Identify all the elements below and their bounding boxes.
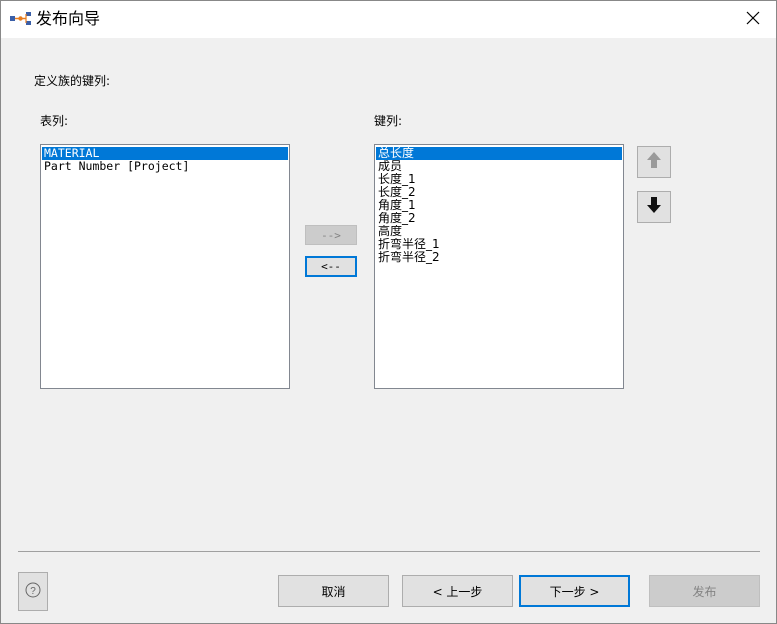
table-columns-label: 表列: bbox=[40, 114, 69, 128]
close-icon bbox=[746, 10, 760, 29]
list-item[interactable]: MATERIAL bbox=[42, 147, 288, 160]
list-item[interactable]: 折弯半径_2 bbox=[376, 251, 622, 264]
wizard-icon bbox=[10, 11, 32, 27]
next-button[interactable]: 下一步 > bbox=[519, 575, 630, 607]
svg-text:?: ? bbox=[30, 586, 36, 597]
table-columns-list[interactable]: MATERIAL Part Number [Project] bbox=[40, 144, 290, 389]
list-item[interactable]: 长度_2 bbox=[376, 186, 622, 199]
list-item[interactable]: 总长度 bbox=[376, 147, 622, 160]
list-item[interactable]: 角度_1 bbox=[376, 199, 622, 212]
publish-button[interactable]: 发布 bbox=[649, 575, 760, 607]
move-up-button[interactable] bbox=[637, 146, 671, 178]
arrow-up-icon bbox=[646, 151, 662, 173]
move-down-button[interactable] bbox=[637, 191, 671, 223]
window-title: 发布向导 bbox=[36, 9, 101, 28]
back-button[interactable]: < 上一步 bbox=[402, 575, 513, 607]
key-columns-list[interactable]: 总长度 成员 长度_1 长度_2 角度_1 角度_2 高度 折弯半径_1 折弯半… bbox=[374, 144, 624, 389]
footer-separator bbox=[18, 551, 760, 552]
close-button[interactable] bbox=[730, 1, 776, 38]
publish-wizard-dialog: 发布向导 定义族的键列: 表列: 键列: MATERIAL Part Numbe… bbox=[0, 0, 777, 624]
page-heading: 定义族的键列: bbox=[34, 74, 111, 88]
add-key-column-button[interactable]: --> bbox=[305, 225, 357, 245]
help-button[interactable]: ? bbox=[18, 572, 48, 611]
list-item[interactable]: 高度 bbox=[376, 225, 622, 238]
cancel-button[interactable]: 取消 bbox=[278, 575, 389, 607]
key-columns-label: 键列: bbox=[374, 114, 403, 128]
title-bar: 发布向导 bbox=[1, 1, 776, 38]
remove-key-column-button[interactable]: <-- bbox=[305, 256, 357, 277]
arrow-down-icon bbox=[646, 196, 662, 218]
list-item[interactable]: Part Number [Project] bbox=[42, 160, 288, 173]
list-item[interactable]: 成员 bbox=[376, 160, 622, 173]
help-icon: ? bbox=[25, 582, 41, 602]
list-item[interactable]: 角度_2 bbox=[376, 212, 622, 225]
list-item[interactable]: 长度_1 bbox=[376, 173, 622, 186]
list-item[interactable]: 折弯半径_1 bbox=[376, 238, 622, 251]
